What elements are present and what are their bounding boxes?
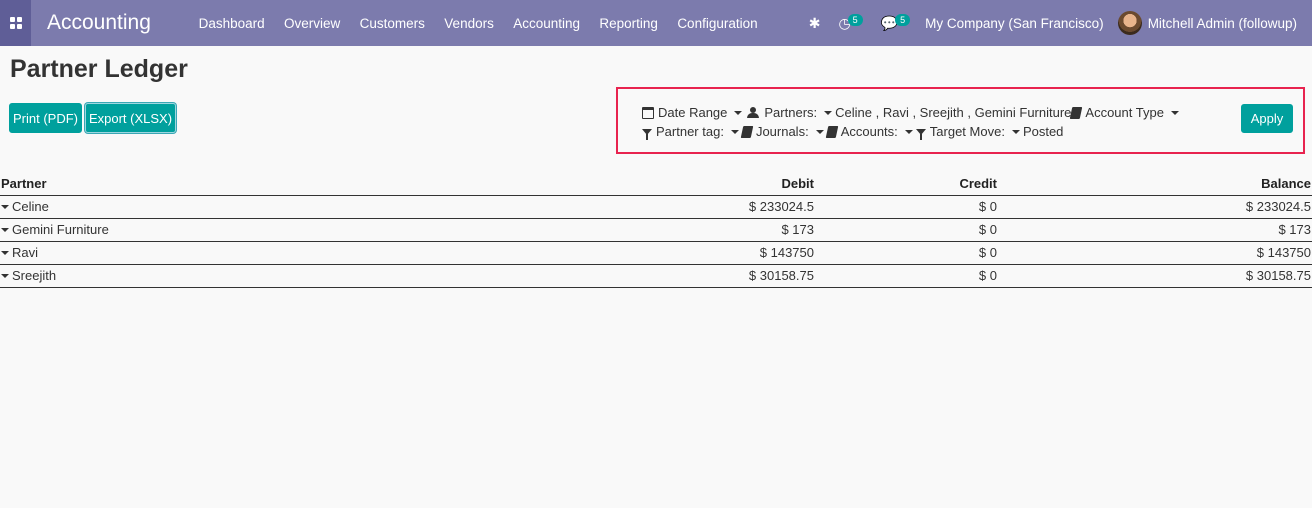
menu-item-accounting[interactable]: Accounting bbox=[504, 16, 590, 31]
apply-button[interactable]: Apply bbox=[1241, 104, 1293, 133]
calendar-icon bbox=[642, 106, 654, 119]
caret-down-icon bbox=[1, 251, 9, 255]
systray: ✱ ◷ 5 💬 5 My Company (San Francisco) Mit… bbox=[800, 0, 1297, 46]
partner-ledger-table: Partner Debit Credit Balance Celine $ 23… bbox=[0, 172, 1312, 288]
export-xlsx-button[interactable]: Export (XLSX) bbox=[85, 103, 176, 133]
messages-button[interactable]: 💬 5 bbox=[881, 13, 911, 32]
table-header-row: Partner Debit Credit Balance bbox=[0, 172, 1312, 196]
target-move-value: Posted bbox=[1022, 124, 1064, 139]
chevron-down-icon bbox=[730, 129, 739, 134]
credit-cell: $ 0 bbox=[815, 218, 998, 242]
filter-icon bbox=[642, 128, 652, 140]
main-menu: Dashboard Overview Customers Vendors Acc… bbox=[189, 16, 767, 31]
table-row[interactable]: Ravi $ 143750 $ 0 $ 143750 bbox=[0, 241, 1312, 265]
partners-filter[interactable]: Partners: Celine , Ravi , Sreejith , Gem… bbox=[745, 105, 1071, 120]
user-menu[interactable]: Mitchell Admin (followup) bbox=[1148, 16, 1297, 31]
app-brand[interactable]: Accounting bbox=[47, 11, 151, 35]
filter-icon bbox=[915, 128, 926, 140]
filter-row-2: Partner tag: Journals: Accounts: Target … bbox=[642, 124, 1064, 140]
column-header-balance: Balance bbox=[998, 172, 1312, 196]
menu-item-overview[interactable]: Overview bbox=[274, 16, 350, 31]
column-header-credit: Credit bbox=[815, 172, 998, 196]
activity-button[interactable]: ◷ 5 bbox=[838, 13, 863, 32]
apps-grid-icon bbox=[9, 17, 22, 29]
accounts-label: Accounts: bbox=[840, 124, 898, 139]
table-row[interactable]: Gemini Furniture $ 173 $ 0 $ 173 bbox=[0, 218, 1312, 242]
accounts-filter[interactable]: Accounts: bbox=[825, 124, 916, 139]
credit-cell: $ 0 bbox=[815, 241, 998, 265]
activity-count-badge: 5 bbox=[847, 13, 863, 26]
filter-panel: Date Range Partners: Celine , Ravi , Sre… bbox=[616, 87, 1305, 154]
debit-cell: $ 143750 bbox=[400, 241, 815, 265]
credit-cell: $ 0 bbox=[815, 195, 998, 219]
book-icon bbox=[825, 125, 838, 138]
balance-cell: $ 30158.75 bbox=[998, 264, 1312, 288]
table-row[interactable]: Sreejith $ 30158.75 $ 0 $ 30158.75 bbox=[0, 264, 1312, 288]
balance-cell: $ 173 bbox=[998, 218, 1312, 242]
page-title: Partner Ledger bbox=[10, 55, 188, 83]
partner-name: Celine bbox=[12, 199, 49, 214]
filter-row-1: Date Range Partners: Celine , Ravi , Sre… bbox=[642, 105, 1182, 120]
apps-menu-button[interactable] bbox=[0, 0, 31, 46]
caret-down-icon bbox=[1, 205, 9, 209]
menu-item-dashboard[interactable]: Dashboard bbox=[189, 16, 274, 31]
credit-cell: $ 0 bbox=[815, 264, 998, 288]
column-header-partner: Partner bbox=[0, 172, 400, 196]
menu-item-customers[interactable]: Customers bbox=[350, 16, 435, 31]
caret-down-icon bbox=[1, 274, 9, 278]
book-icon bbox=[1070, 106, 1083, 119]
menu-item-reporting[interactable]: Reporting bbox=[590, 16, 668, 31]
chevron-down-icon bbox=[1170, 110, 1179, 115]
messages-count-badge: 5 bbox=[895, 13, 911, 26]
chevron-down-icon bbox=[815, 129, 824, 134]
user-avatar[interactable] bbox=[1117, 11, 1142, 35]
top-navbar: Accounting Dashboard Overview Customers … bbox=[0, 0, 1312, 46]
date-range-label: Date Range bbox=[658, 105, 728, 120]
chevron-down-icon bbox=[904, 129, 913, 134]
bug-icon[interactable]: ✱ bbox=[809, 15, 821, 32]
date-range-filter[interactable]: Date Range bbox=[642, 105, 745, 120]
partner-cell[interactable]: Gemini Furniture bbox=[0, 218, 400, 242]
debit-cell: $ 233024.5 bbox=[400, 195, 815, 219]
partners-value: Celine , Ravi , Sreejith , Gemini Furnit… bbox=[835, 105, 1072, 120]
partner-cell[interactable]: Ravi bbox=[0, 241, 400, 265]
chevron-down-icon bbox=[824, 110, 833, 115]
debit-cell: $ 173 bbox=[400, 218, 815, 242]
menu-item-configuration[interactable]: Configuration bbox=[668, 16, 768, 31]
partner-tag-label: Partner tag: bbox=[656, 124, 724, 139]
partner-cell[interactable]: Sreejith bbox=[0, 264, 400, 288]
account-type-label: Account Type bbox=[1085, 105, 1164, 120]
table-row[interactable]: Celine $ 233024.5 $ 0 $ 233024.5 bbox=[0, 195, 1312, 219]
target-move-label: Target Move: bbox=[929, 124, 1005, 139]
account-type-filter[interactable]: Account Type bbox=[1070, 105, 1182, 120]
partner-name: Gemini Furniture bbox=[12, 222, 109, 237]
partner-name: Sreejith bbox=[12, 268, 57, 283]
company-switcher[interactable]: My Company (San Francisco) bbox=[925, 16, 1104, 31]
users-icon bbox=[745, 107, 761, 118]
partner-name: Ravi bbox=[12, 245, 39, 260]
caret-down-icon bbox=[1, 228, 9, 232]
partners-label: Partners: bbox=[764, 105, 818, 120]
journals-filter[interactable]: Journals: bbox=[740, 124, 827, 139]
menu-item-vendors[interactable]: Vendors bbox=[435, 16, 504, 31]
book-icon bbox=[740, 125, 754, 138]
column-header-debit: Debit bbox=[400, 172, 815, 196]
print-pdf-button[interactable]: Print (PDF) bbox=[9, 103, 82, 133]
partner-cell[interactable]: Celine bbox=[0, 195, 400, 219]
journals-label: Journals: bbox=[755, 124, 809, 139]
chevron-down-icon bbox=[734, 110, 743, 115]
partner-tag-filter[interactable]: Partner tag: bbox=[642, 124, 742, 140]
debit-cell: $ 30158.75 bbox=[400, 264, 815, 288]
balance-cell: $ 233024.5 bbox=[998, 195, 1312, 219]
chevron-down-icon bbox=[1011, 129, 1020, 134]
target-move-filter[interactable]: Target Move: Posted bbox=[915, 124, 1064, 140]
balance-cell: $ 143750 bbox=[998, 241, 1312, 265]
